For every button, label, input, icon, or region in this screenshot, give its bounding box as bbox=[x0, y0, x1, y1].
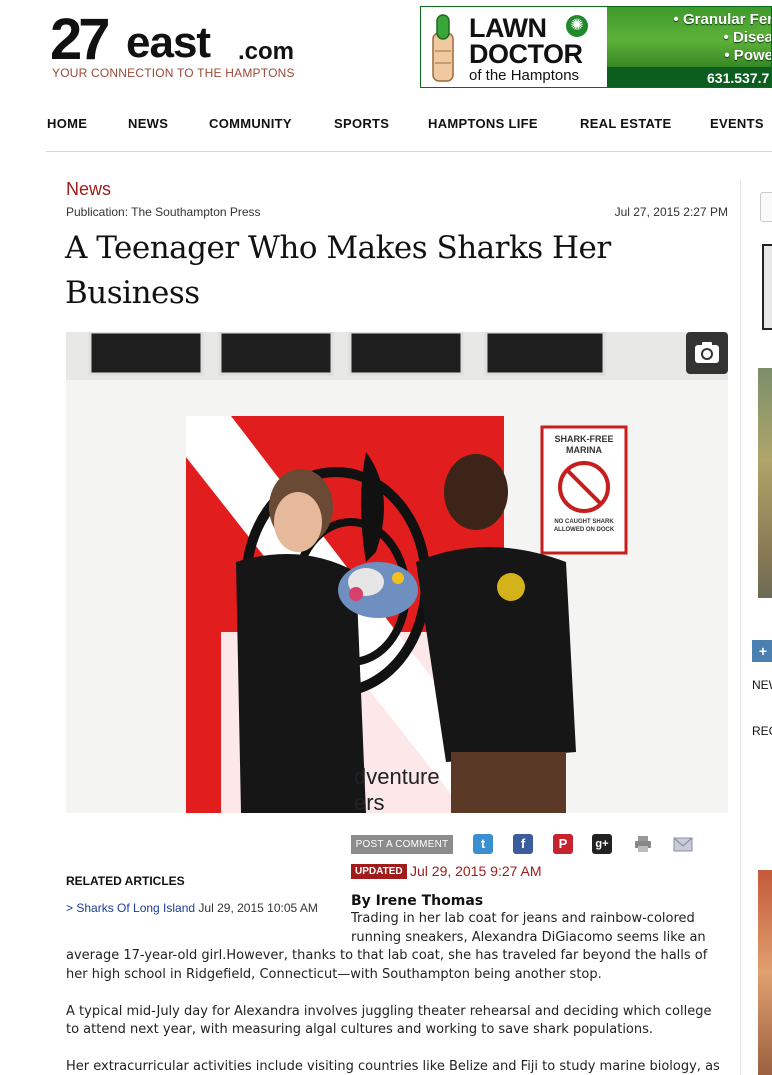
pinterest-icon[interactable]: P bbox=[553, 834, 573, 854]
ad-grass-panel: • Granular Fer • Disea • Powe 631.537.7 bbox=[607, 7, 772, 87]
email-icon[interactable] bbox=[673, 834, 693, 854]
ad-brand-line2: DOCTOR bbox=[469, 39, 583, 69]
article-photo[interactable]: SHARK-FREE MARINA NO CAUGHT SHARK ALLOWE… bbox=[66, 332, 728, 813]
publish-date: Jul 27, 2015 2:27 PM bbox=[614, 205, 728, 219]
ad-bullet: • Granular Fer bbox=[673, 11, 772, 28]
sidebar-image-2[interactable] bbox=[758, 870, 772, 1075]
body-line: running sneakers, Alexandra DiGiacomo se… bbox=[351, 930, 706, 945]
nav-events[interactable]: EVENTS bbox=[710, 116, 764, 131]
body-line: Trading in her lab coat for jeans and ra… bbox=[351, 911, 695, 926]
ad-phone: 631.537.7 bbox=[607, 67, 771, 87]
ad-bullet: • Powe bbox=[724, 47, 772, 64]
thumb-icon bbox=[432, 14, 454, 82]
logo-com: .com bbox=[238, 38, 295, 65]
ad-brand-panel: LAWN ✺ DOCTOR of the Hamptons bbox=[421, 7, 607, 87]
ad-bullet: • Disea bbox=[723, 29, 772, 46]
nav-news[interactable]: NEWS bbox=[128, 116, 168, 131]
logo-tagline: YOUR CONNECTION TO THE HAMPTONS bbox=[52, 66, 295, 80]
article-headline: A Teenager Who Makes Sharks Her Business bbox=[65, 230, 611, 311]
nav-community[interactable]: COMMUNITY bbox=[209, 116, 292, 131]
camera-icon[interactable] bbox=[686, 332, 728, 374]
byline: By Irene Thomas bbox=[351, 893, 484, 909]
print-icon[interactable] bbox=[633, 834, 653, 854]
photo-banner-text-2: ers bbox=[354, 790, 385, 813]
body-line: to attend next year, with measuring alga… bbox=[66, 1022, 654, 1037]
updated-date: Jul 29, 2015 9:27 AM bbox=[410, 863, 542, 879]
body-line: average 17-year-old girl.However, thanks… bbox=[66, 948, 708, 963]
nav-home[interactable]: HOME bbox=[47, 116, 87, 131]
sidebar-divider bbox=[740, 180, 741, 1075]
logo-27: 27 bbox=[50, 7, 110, 72]
related-article-link[interactable]: > Sharks Of Long Island Jul 29, 2015 10:… bbox=[66, 901, 318, 915]
section-label[interactable]: News bbox=[66, 179, 111, 200]
nav-real-estate[interactable]: REAL ESTATE bbox=[580, 116, 671, 131]
main-nav: HOME NEWS COMMUNITY SPORTS HAMPTONS LIFE… bbox=[46, 112, 772, 152]
sun-icon: ✺ bbox=[566, 15, 588, 37]
sidebar-ad-frame[interactable] bbox=[762, 244, 772, 330]
site-logo[interactable]: 27 east .com YOUR CONNECTION TO THE HAMP… bbox=[50, 7, 310, 82]
body-line: her high school in Ridgefield, Connectic… bbox=[66, 967, 602, 982]
photo-banner-text: dventure bbox=[354, 764, 440, 789]
facebook-icon[interactable]: f bbox=[513, 834, 533, 854]
body-line: Her extracurricular activities include v… bbox=[66, 1059, 720, 1074]
post-comment-button[interactable]: POST A COMMENT bbox=[351, 835, 453, 854]
related-article-label[interactable]: > Sharks Of Long Island bbox=[66, 901, 195, 915]
sidebar-heading-new: NEW bbox=[752, 678, 772, 692]
publication-name: Publication: The Southampton Press bbox=[66, 205, 261, 219]
ad-brand-line3: of the Hamptons bbox=[469, 67, 580, 84]
photo-sign-subtext: NO CAUGHT SHARK ALLOWED ON DOCK bbox=[553, 519, 615, 533]
sidebar-image[interactable] bbox=[758, 368, 772, 598]
nav-sports[interactable]: SPORTS bbox=[334, 116, 389, 131]
googleplus-icon[interactable]: g+ bbox=[592, 834, 612, 854]
photo-illustration bbox=[66, 332, 728, 813]
related-articles-title: RELATED ARTICLES bbox=[66, 874, 185, 888]
twitter-icon[interactable]: t bbox=[473, 834, 493, 854]
sidebar-plus-button[interactable]: + bbox=[752, 640, 772, 662]
body-line: A typical mid-July day for Alexandra inv… bbox=[66, 1004, 712, 1019]
photo-sign-text: SHARK-FREE MARINA bbox=[554, 434, 614, 455]
logo-east: east bbox=[126, 18, 211, 67]
sidebar-heading-rec: REC bbox=[752, 724, 772, 738]
lawn-doctor-ad[interactable]: LAWN ✺ DOCTOR of the Hamptons • Granular… bbox=[420, 6, 772, 88]
related-article-date: Jul 29, 2015 10:05 AM bbox=[198, 901, 318, 915]
nav-hamptons-life[interactable]: HAMPTONS LIFE bbox=[428, 116, 538, 131]
updated-badge: UPDATED bbox=[351, 864, 407, 879]
sidebar-search-box[interactable] bbox=[760, 192, 772, 222]
